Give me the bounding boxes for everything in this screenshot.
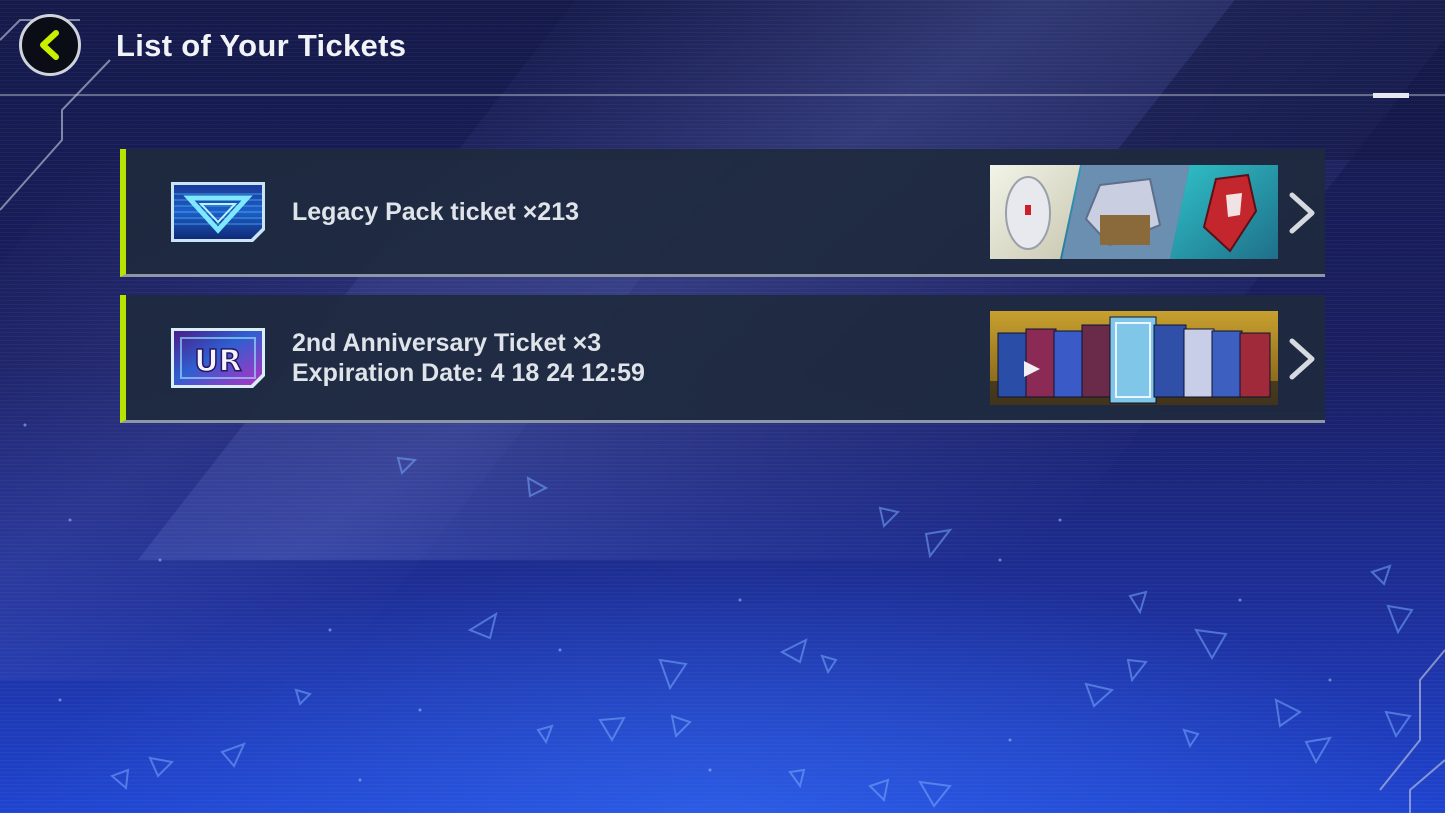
ticket-label: 2nd Anniversary Ticket ×3: [292, 329, 602, 357]
ur-ticket-icon: UR: [171, 328, 265, 388]
header-divider: [0, 94, 1445, 96]
legacy-pack-banner: [990, 165, 1278, 259]
legacy-pack-ticket-icon: [171, 182, 265, 242]
anniversary-pack-banner: [990, 311, 1278, 405]
ticket-item-2nd-anniversary[interactable]: UR 2nd Anniversary Ticket ×3 Expiration …: [120, 295, 1325, 423]
background-glow: [0, 553, 1445, 813]
ticket-item-legacy-pack[interactable]: Legacy Pack ticket ×213: [120, 149, 1325, 277]
ticket-label: Legacy Pack ticket ×213: [292, 198, 579, 226]
chevron-left-icon: [40, 30, 59, 60]
header-bar: List of Your Tickets: [0, 0, 1445, 98]
chevron-right-icon[interactable]: [1284, 191, 1320, 235]
header-accent: [1373, 93, 1409, 98]
ur-icon-text: UR: [194, 344, 241, 379]
back-button[interactable]: [19, 14, 81, 76]
chevron-right-icon[interactable]: [1284, 337, 1320, 381]
page-title: List of Your Tickets: [116, 28, 407, 63]
ticket-expiration: Expiration Date: 4 18 24 12:59: [292, 359, 645, 387]
